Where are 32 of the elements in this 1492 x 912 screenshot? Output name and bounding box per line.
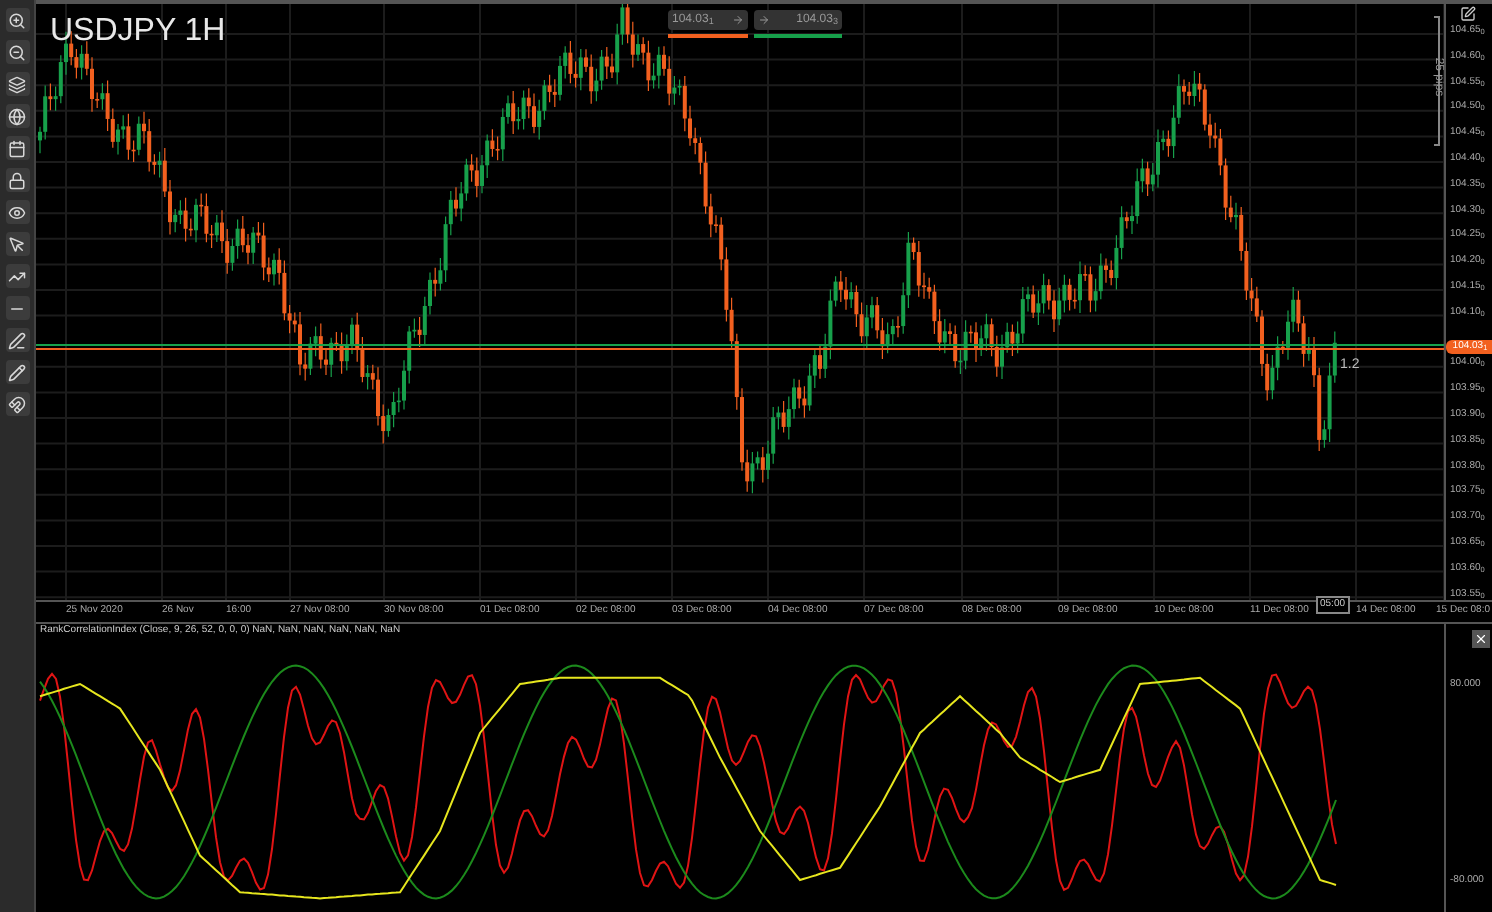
arrow-icon	[758, 14, 770, 26]
tool-button[interactable]	[5, 104, 29, 128]
arrow-icon	[732, 14, 744, 26]
tool-button[interactable]	[5, 168, 29, 192]
calendar-icon	[8, 139, 26, 157]
tool-button[interactable]	[5, 200, 29, 224]
tool-button[interactable]	[5, 136, 29, 160]
close-icon	[1474, 632, 1488, 646]
cursor-icon	[8, 235, 26, 253]
lock-icon	[8, 171, 26, 189]
pencil-icon	[8, 363, 26, 381]
pen-icon	[8, 331, 26, 349]
tool-button[interactable]	[5, 264, 29, 288]
chart-title: USDJPY 1H	[50, 16, 226, 48]
pip-range-bracket	[1434, 16, 1440, 146]
globe-icon	[8, 107, 26, 125]
trend-line-icon	[8, 267, 26, 285]
tool-button[interactable]	[5, 328, 29, 352]
tool-button[interactable]	[5, 392, 29, 416]
tool-button[interactable]	[5, 40, 29, 64]
eye-icon	[8, 203, 26, 221]
close-button[interactable]	[1472, 630, 1490, 648]
tool-button[interactable]	[5, 72, 29, 96]
magnet-icon	[8, 395, 26, 413]
zoom-in-icon	[8, 11, 26, 29]
tool-button[interactable]	[5, 232, 29, 256]
tool-button[interactable]	[5, 296, 29, 320]
zoom-out-icon	[8, 43, 26, 61]
tool-button[interactable]	[5, 8, 29, 32]
tool-button[interactable]	[5, 360, 29, 384]
edit-icon[interactable]	[1460, 6, 1476, 22]
layers-icon	[8, 75, 26, 93]
